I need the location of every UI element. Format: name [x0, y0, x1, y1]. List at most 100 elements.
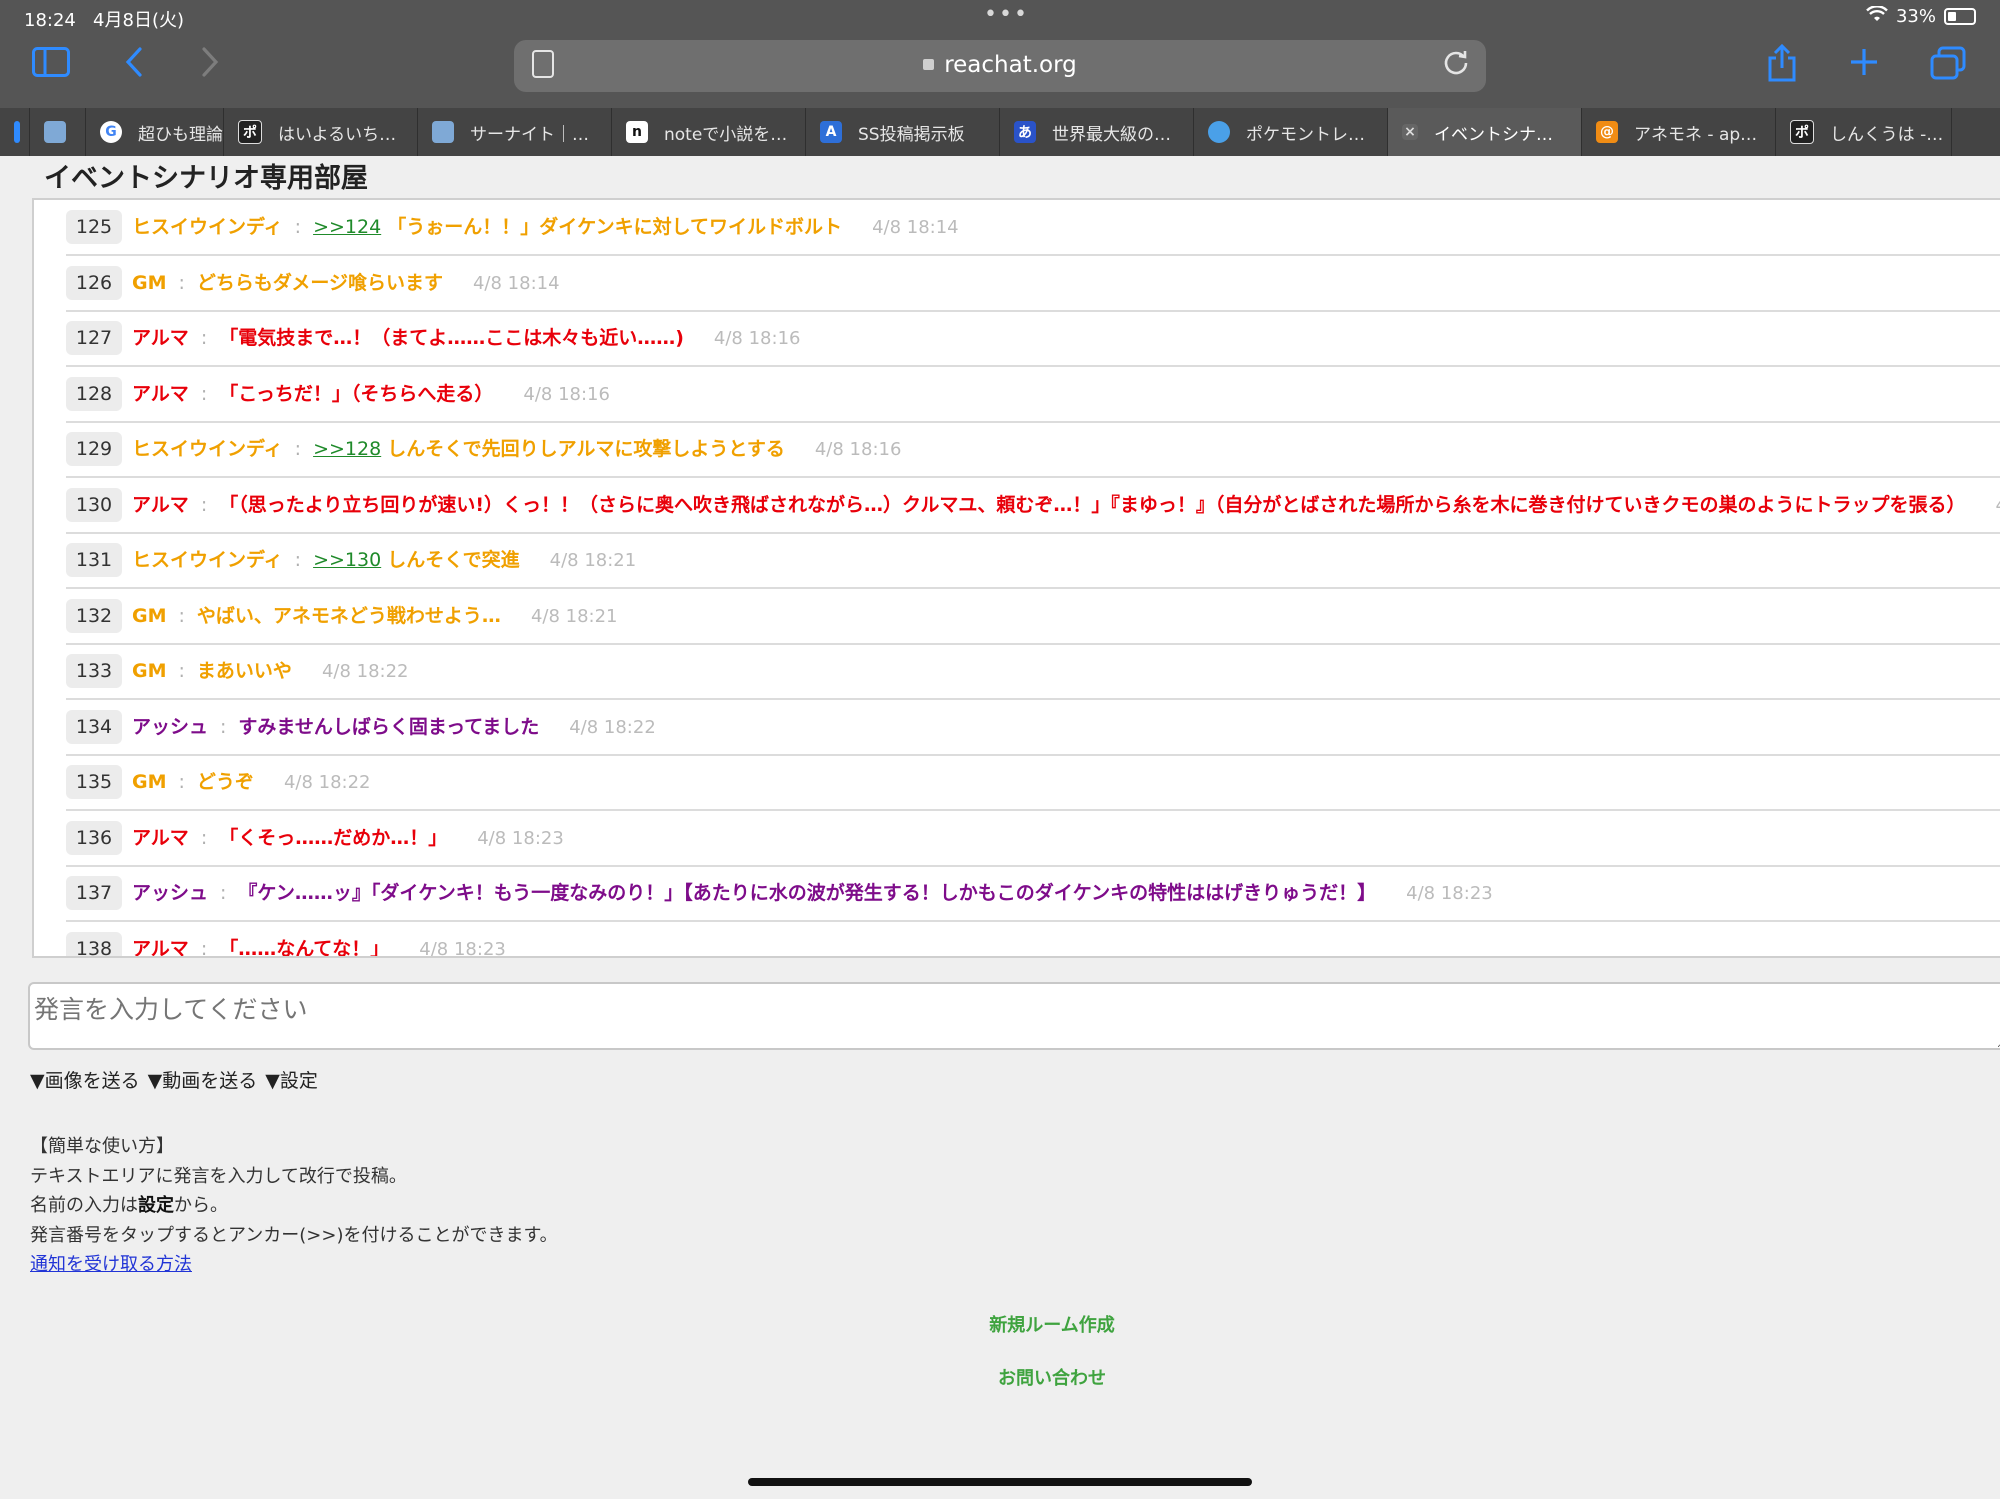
browser-tab[interactable]: @ アネモネ - ap… — [1582, 108, 1776, 156]
message-timestamp: 4/8 18:16 — [523, 383, 610, 405]
chat-favicon-icon — [1208, 121, 1230, 143]
new-tab-icon[interactable] — [1848, 46, 1880, 87]
message-number[interactable]: 129 — [66, 432, 122, 466]
message-number[interactable]: 136 — [66, 820, 122, 855]
dark-favicon-icon: ポ — [1790, 120, 1814, 144]
author-separator: : — [294, 438, 302, 460]
message-text: 「（思ったより立ち回りが速い!）くっ！！（さらに奥へ吹き飛ばされながら…）クルマ… — [219, 493, 1966, 516]
chat-message: 129 ヒスイウインディ: >>128 しんそくで先回りしアルマに攻撃しようとする 4/… — [66, 422, 2000, 478]
home-indicator[interactable] — [748, 1478, 1252, 1486]
address-bar[interactable]: reachat.org — [514, 40, 1486, 92]
browser-chrome: 18:24 4月8日(火) ••• 33% reachat.org — [0, 0, 2000, 108]
browser-tab[interactable]: G 超ひも理論 - — [86, 108, 224, 156]
wifi-icon — [1866, 5, 1888, 27]
message-text: どちらもダメージ喰らいます — [196, 271, 443, 294]
settings-link[interactable]: ▼設定 — [265, 1066, 318, 1093]
message-timestamp: 4/8 18:23 — [419, 938, 506, 958]
author-separator: : — [200, 382, 208, 405]
sidebar-icon[interactable] — [32, 46, 70, 86]
message-number[interactable]: 130 — [66, 487, 122, 522]
message-number[interactable]: 135 — [66, 765, 122, 799]
message-number[interactable]: 125 — [66, 210, 122, 244]
chat-message: 127 アルマ: 「電気技まで…！（まてよ……ここは木々も近い……) 4/8 18:1… — [66, 311, 2000, 367]
tab-label: サーナイト｜… — [470, 124, 589, 145]
notification-help-link[interactable]: 通知を受け取る方法 — [30, 1254, 192, 1275]
message-log[interactable]: 125 ヒスイウインディ: >>124 「うぉーん！！」ダイケンキに対してワイルドボル… — [32, 198, 2000, 958]
message-body: アルマ: 「（思ったより立ち回りが速い!）くっ！！（さらに奥へ吹き飛ばされながら…… — [132, 478, 2000, 532]
browser-tab[interactable]: ポしんくうは -… — [1776, 108, 1952, 156]
message-timestamp: 4/8 18:21 — [530, 605, 618, 627]
browser-tab[interactable]: サーナイト｜… — [418, 108, 612, 156]
chat-message: 135 GM: どうぞ 4/8 18:22 — [66, 755, 2000, 811]
author-separator: : — [178, 271, 185, 294]
note-favicon-icon: n — [626, 121, 648, 143]
chat-message: 130 アルマ: 「（思ったより立ち回りが速い!）くっ！！（さらに奥へ吹き飛ばされな… — [66, 478, 2000, 534]
tabs-overview-icon[interactable] — [1930, 46, 1966, 89]
message-text: しんそくで突進 — [387, 549, 520, 571]
browser-tab[interactable]: ポはいよるいち… — [224, 108, 418, 156]
message-number[interactable]: 128 — [66, 376, 122, 411]
reply-anchor-link[interactable]: >>124 — [313, 216, 381, 238]
author-separator: : — [200, 826, 208, 849]
author-separator: : — [220, 715, 227, 738]
message-author: GM — [132, 660, 167, 682]
browser-tab[interactable]: n noteで小説を… — [612, 108, 806, 156]
reload-icon[interactable] — [1442, 48, 1470, 83]
author-separator: : — [294, 216, 302, 238]
browser-tab[interactable]: A SS投稿掲示板 — [806, 108, 1000, 156]
message-body: アルマ: 「こっちだ！」（そちらへ走る） 4/8 18:16 — [132, 367, 610, 421]
hira-favicon-icon: あ — [1014, 121, 1036, 143]
google-favicon-icon: G — [100, 121, 122, 143]
shirt-favicon-icon — [44, 121, 66, 143]
room-title: イベントシナリオ専用部屋 — [44, 163, 368, 194]
close-tab-icon[interactable]: × — [1402, 124, 1418, 140]
usage-help: 【簡単な使い方】 テキストエリアに発言を入力して改行で投稿。 名前の入力は設定か… — [30, 1132, 558, 1280]
forward-icon[interactable] — [200, 46, 220, 87]
back-icon[interactable] — [124, 46, 144, 87]
multitasking-dots[interactable]: ••• — [984, 2, 1029, 27]
message-body: GM: やばい、アネモネどう戦わせよう… 4/8 18:21 — [132, 589, 618, 643]
message-number[interactable]: 134 — [66, 709, 122, 744]
chat-message: 125 ヒスイウインディ: >>124 「うぉーん！！」ダイケンキに対してワイルドボル… — [66, 200, 2000, 256]
send-video-link[interactable]: ▼動画を送る — [148, 1066, 258, 1093]
reply-anchor-link[interactable]: >>130 — [313, 549, 381, 571]
message-timestamp: 4/8 18:14 — [872, 217, 959, 238]
browser-tab[interactable]: ポケモントレ… — [1194, 108, 1388, 156]
message-number[interactable]: 138 — [66, 931, 122, 956]
chat-message: 134 アッシュ: すみませんしばらく固まってました 4/8 18:22 — [66, 700, 2000, 756]
message-body: アッシュ: 『ケン……ッ』「ダイケンキ！もう一度なみのり！」【あたりに水の波が発生… — [132, 866, 1493, 920]
chat-message: 132 GM: やばい、アネモネどう戦わせよう… 4/8 18:21 — [66, 589, 2000, 645]
message-body: ヒスイウインディ: >>124 「うぉーん！！」ダイケンキに対してワイルドボルト 4/… — [132, 200, 959, 254]
message-number[interactable]: 131 — [66, 543, 122, 577]
browser-tab[interactable]: あ世界最大級の… — [1000, 108, 1194, 156]
browser-tab[interactable] — [30, 108, 86, 156]
tab-label: 超ひも理論 - — [138, 124, 223, 145]
message-number[interactable]: 126 — [66, 265, 122, 300]
send-image-link[interactable]: ▼画像を送る — [30, 1066, 140, 1093]
share-icon[interactable] — [1766, 43, 1798, 91]
message-number[interactable]: 137 — [66, 876, 122, 910]
dark-favicon-icon: ポ — [238, 120, 262, 144]
status-time: 18:24 4月8日(火) — [24, 6, 184, 32]
message-author: ヒスイウインディ — [132, 438, 283, 460]
battery-icon — [1944, 8, 1976, 25]
reply-anchor-link[interactable]: >>128 — [313, 438, 381, 460]
url-display[interactable]: reachat.org — [514, 52, 1486, 78]
message-number[interactable]: 127 — [66, 321, 122, 355]
message-number[interactable]: 132 — [66, 598, 122, 633]
author-separator: : — [178, 660, 185, 682]
message-author: ヒスイウインディ — [132, 549, 283, 571]
author-separator: : — [200, 493, 208, 516]
message-number[interactable]: 133 — [66, 654, 122, 688]
browser-tab[interactable] — [0, 108, 30, 156]
contact-link[interactable]: お問い合わせ — [0, 1364, 2000, 1390]
message-body: アルマ: 「くそっ……だめか…！」 4/8 18:23 — [132, 811, 564, 865]
clock: 18:24 — [24, 10, 76, 31]
browser-tab[interactable]: × イベントシナ… — [1388, 108, 1582, 156]
message-text: まあいいや — [196, 660, 292, 682]
author-separator: : — [220, 882, 227, 904]
new-room-link[interactable]: 新規ルーム作成 — [0, 1311, 2000, 1337]
message-timestamp: 4/8 18:23 — [477, 827, 564, 849]
message-body: GM: まあいいや 4/8 18:22 — [132, 644, 409, 698]
message-input[interactable] — [28, 982, 2000, 1050]
